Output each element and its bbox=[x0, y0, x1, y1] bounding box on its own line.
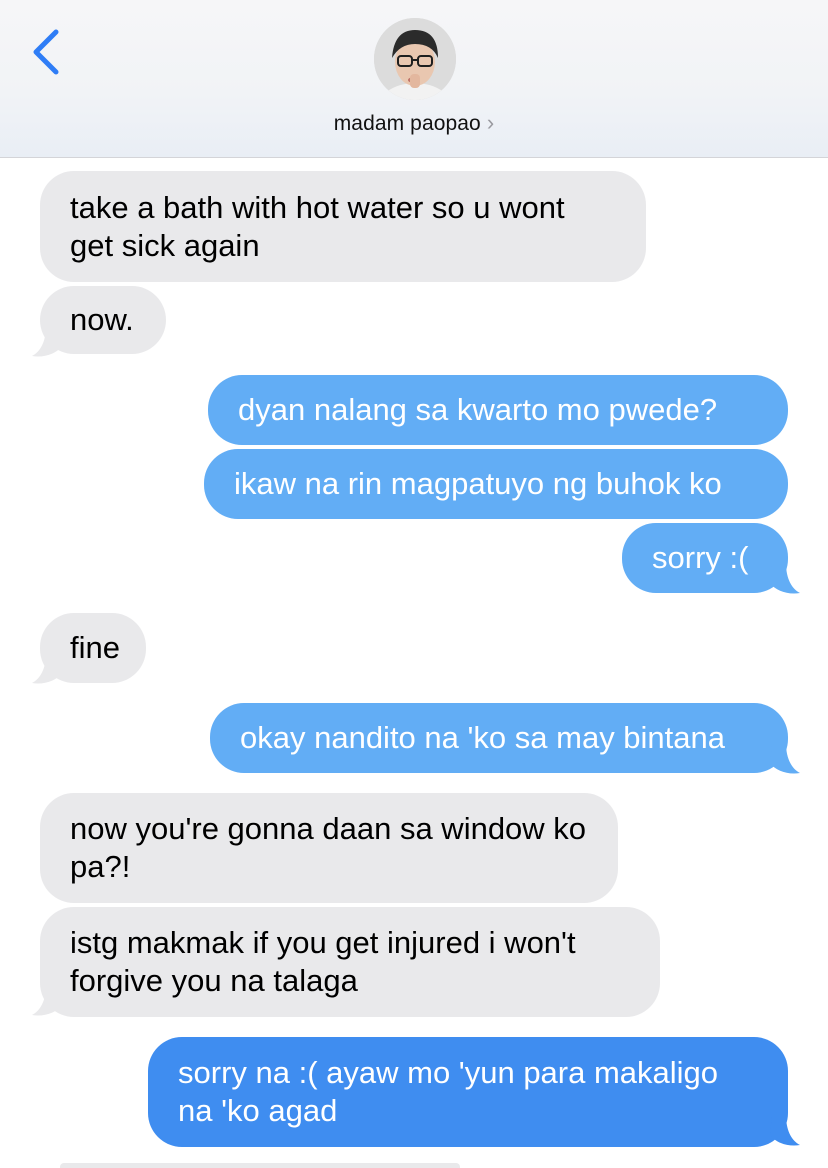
bubble-tail bbox=[32, 653, 62, 684]
message-text: now. bbox=[70, 302, 134, 337]
contact-name-row[interactable]: madam paopao › bbox=[0, 110, 828, 136]
message-text: fine bbox=[70, 630, 120, 665]
bubble-tail bbox=[770, 1115, 800, 1146]
chevron-left-icon[interactable] bbox=[28, 28, 68, 76]
bubble-tail bbox=[770, 563, 800, 594]
message-bubble-outgoing[interactable]: ikaw na rin magpatuyo ng buhok ko bbox=[204, 449, 788, 519]
contact-name: madam paopao bbox=[333, 112, 481, 135]
message-text: ikaw na rin magpatuyo ng buhok ko bbox=[234, 466, 722, 501]
message-text: sorry :( bbox=[652, 540, 749, 575]
message-bubble-outgoing[interactable]: okay nandito na 'ko sa may bintana bbox=[210, 703, 788, 773]
message-bubble-outgoing[interactable]: sorry na :( ayaw mo 'yun para makaligo n… bbox=[148, 1037, 788, 1147]
conversation-header: madam paopao › bbox=[0, 0, 828, 158]
avatar[interactable] bbox=[374, 18, 456, 100]
message-bubble-outgoing[interactable]: sorry :( bbox=[622, 523, 788, 593]
chevron-right-icon: › bbox=[486, 110, 495, 135]
message-bubble-outgoing[interactable]: dyan nalang sa kwarto mo pwede? bbox=[208, 375, 788, 445]
message-text: now you're gonna daan sa window ko pa?! bbox=[70, 811, 587, 884]
message-bubble-incoming[interactable]: take a bath with hot water so u wont get… bbox=[40, 171, 646, 282]
message-bubble-incoming[interactable]: istg makmak if you get injured i won't f… bbox=[40, 907, 660, 1017]
message-text: istg makmak if you get injured i won't f… bbox=[70, 925, 576, 998]
message-text: dyan nalang sa kwarto mo pwede? bbox=[238, 392, 718, 427]
contact-photo bbox=[374, 18, 456, 100]
message-bubble-incoming[interactable]: now you're gonna daan sa window ko pa?! bbox=[40, 793, 618, 903]
bubble-tail bbox=[32, 985, 62, 1016]
message-text: take a bath with hot water so u wont get… bbox=[70, 189, 565, 263]
bubble-tail bbox=[32, 326, 62, 357]
message-bubble-incoming-partial bbox=[60, 1163, 460, 1168]
bubble-tail bbox=[770, 743, 800, 774]
message-text: sorry na :( ayaw mo 'yun para makaligo n… bbox=[178, 1055, 719, 1128]
message-text: okay nandito na 'ko sa may bintana bbox=[240, 720, 726, 755]
